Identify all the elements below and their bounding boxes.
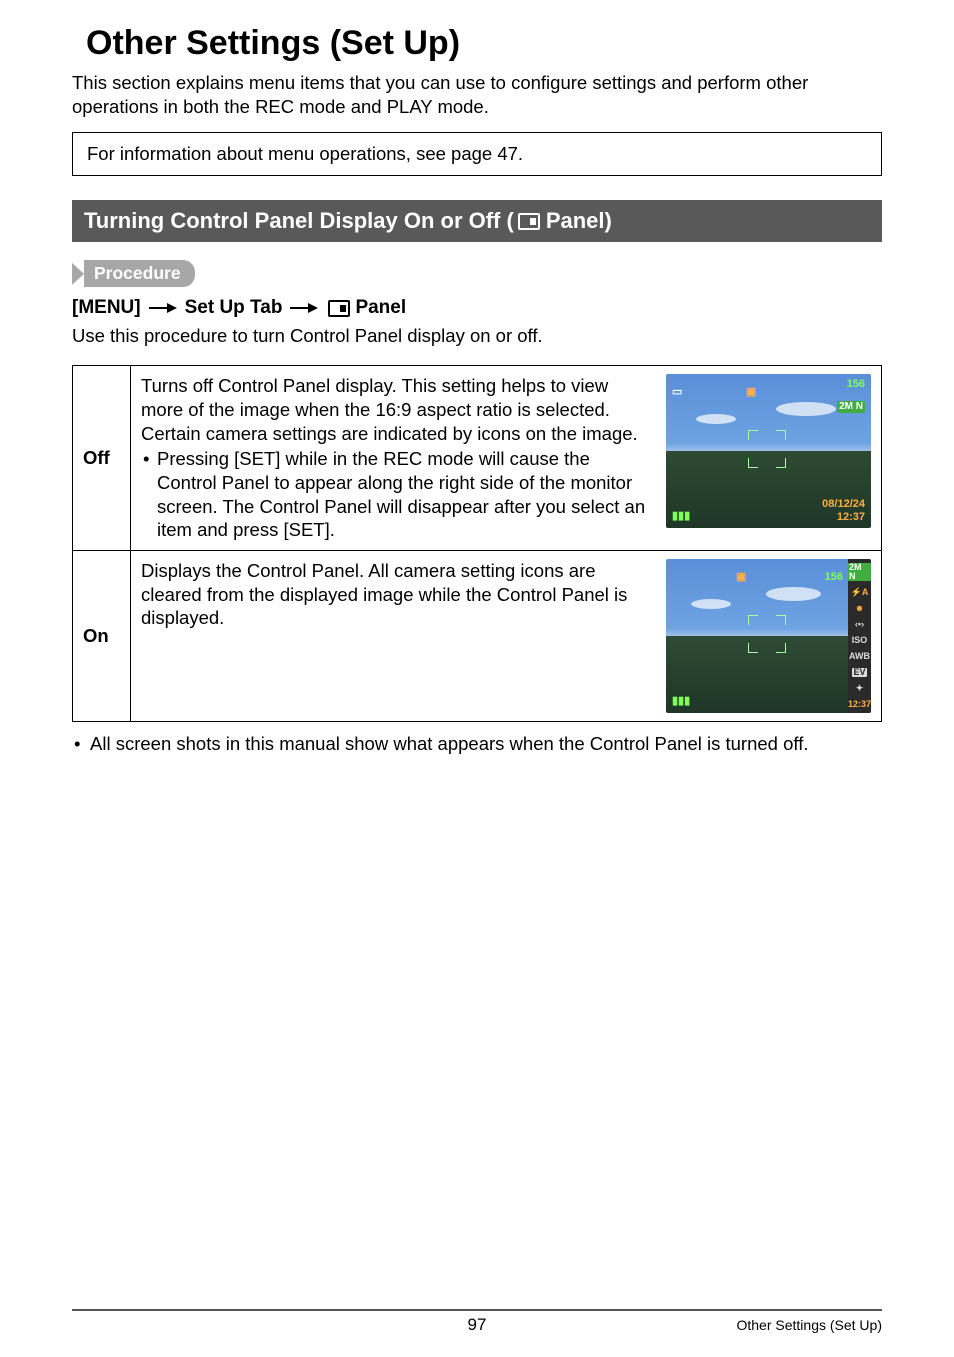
table-row: Off Turns off Control Panel display. Thi… bbox=[73, 366, 882, 551]
arrow-icon bbox=[149, 302, 177, 314]
section-header: Turning Control Panel Display On or Off … bbox=[72, 200, 882, 242]
screenshot-on: ▣ 156 bbox=[666, 559, 871, 713]
panel-item: ✦ bbox=[856, 684, 864, 693]
footer-chapter: Other Settings (Set Up) bbox=[736, 1317, 882, 1333]
panel-item: EV bbox=[852, 668, 866, 677]
page-footer: 97 Other Settings (Set Up) bbox=[72, 1309, 882, 1333]
procedure-heading: Procedure bbox=[72, 260, 882, 287]
footnote: All screen shots in this manual show wha… bbox=[72, 732, 882, 756]
panel-icon bbox=[328, 300, 350, 317]
section-header-suffix: Panel) bbox=[546, 208, 612, 234]
overlay-time: 12:37 bbox=[822, 511, 865, 524]
focus-frame-icon bbox=[748, 430, 790, 472]
camera-icon: ▣ bbox=[746, 386, 756, 398]
panel-item: ISO bbox=[852, 636, 868, 645]
panel-item: ☻ bbox=[855, 604, 864, 613]
row-label-on: On bbox=[73, 551, 131, 722]
info-box: For information about menu operations, s… bbox=[72, 132, 882, 176]
row-body-on: Displays the Control Panel. All camera s… bbox=[131, 551, 882, 722]
page-number: 97 bbox=[468, 1315, 487, 1335]
memory-icon: ▭ bbox=[672, 386, 682, 398]
camera-icon: ▣ bbox=[736, 571, 746, 583]
panel-item: ‹▪› bbox=[855, 620, 864, 629]
procedure-pill: Procedure bbox=[84, 260, 195, 287]
control-panel-strip: 2M N ⚡A ☻ ‹▪› ISO AWB EV ✦ 12:37 bbox=[848, 559, 871, 713]
shots-remaining: 156 bbox=[837, 378, 865, 391]
off-text: Turns off Control Panel display. This se… bbox=[141, 375, 638, 443]
chapter-title: Other Settings (Set Up) bbox=[86, 24, 882, 63]
procedure-path: [MENU] Set Up Tab Panel bbox=[72, 297, 882, 319]
panel-item: 2M N bbox=[848, 563, 871, 581]
battery-icon: ▮▮▮ bbox=[672, 510, 690, 522]
battery-icon: ▮▮▮ bbox=[672, 695, 690, 707]
table-row: On Displays the Control Panel. All camer… bbox=[73, 551, 882, 722]
off-bullet: Pressing [SET] while in the REC mode wil… bbox=[141, 447, 650, 542]
panel-icon bbox=[518, 213, 540, 230]
section-header-prefix: Turning Control Panel Display On or Off … bbox=[84, 208, 514, 234]
focus-frame-icon bbox=[748, 615, 790, 657]
procedure-description: Use this procedure to turn Control Panel… bbox=[72, 325, 882, 347]
overlay-date: 08/12/24 bbox=[822, 498, 865, 511]
chevron-icon bbox=[72, 263, 84, 285]
proc-step-panel: Panel bbox=[355, 297, 406, 319]
shots-remaining: 156 bbox=[825, 571, 843, 583]
row-body-off: Turns off Control Panel display. This se… bbox=[131, 366, 882, 551]
proc-step-setup: Set Up Tab bbox=[185, 297, 283, 319]
intro-paragraph: This section explains menu items that yo… bbox=[72, 71, 882, 118]
panel-item: 12:37 bbox=[848, 700, 871, 709]
panel-item: ⚡A bbox=[851, 588, 869, 597]
arrow-icon bbox=[290, 302, 318, 314]
row-label-off: Off bbox=[73, 366, 131, 551]
on-text: Displays the Control Panel. All camera s… bbox=[141, 560, 627, 628]
image-size-badge: 2M N bbox=[837, 401, 865, 413]
proc-step-menu: [MENU] bbox=[72, 297, 141, 319]
panel-item: AWB bbox=[849, 652, 870, 661]
screenshot-off: ▭ ▣ 156 2M N bbox=[666, 374, 871, 528]
settings-table: Off Turns off Control Panel display. Thi… bbox=[72, 365, 882, 722]
